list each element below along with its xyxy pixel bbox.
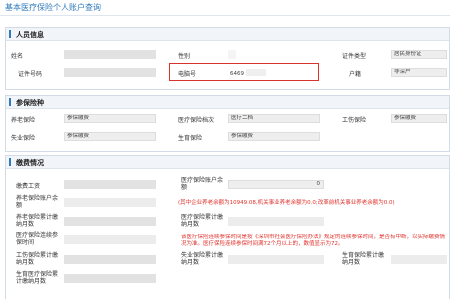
maternity-medical-months-label: 生育医疗保险累计缴纳月数: [16, 271, 59, 285]
medical-months-label: 医疗保险累计缴纳月数: [181, 214, 224, 228]
injury-value: 参保缴费: [391, 114, 447, 123]
payment-header: 缴费情况: [6, 156, 449, 169]
medical-continuous-value: [64, 235, 156, 244]
pension-label: 养老保险: [11, 117, 36, 124]
gender-label: 性别: [178, 53, 191, 60]
id-number-value: [64, 68, 156, 77]
insurance-types-header: 参保险种: [6, 96, 449, 109]
injury-label: 工伤保险: [342, 117, 367, 124]
medical-tier-label: 医疗保险档次: [178, 117, 215, 124]
unemployment-months-value: [228, 255, 324, 264]
name-value: [64, 50, 156, 59]
payment-heading: 缴费情况: [16, 159, 44, 167]
id-type-value: 居民身份证: [391, 50, 447, 59]
pension-account-value: [64, 198, 156, 207]
medical-tier-value: 医疗二档: [228, 114, 320, 123]
section-marker: [9, 30, 11, 38]
section-marker: [9, 158, 11, 166]
wage-value: [64, 180, 156, 189]
name-label: 姓名: [11, 53, 24, 60]
maternity-medical-months-value: [64, 274, 156, 283]
maternity-months-value: [391, 255, 447, 264]
unemployment-months-label: 失业保险累计缴纳月数: [181, 252, 224, 266]
page-title: 基本医疗保险个人账户查询: [5, 3, 101, 12]
medical-continuity-note: 该医疗保险连续参保时间是按《深圳市社会医疗保险办法》规定的连续参保时间，是否有中…: [181, 234, 446, 247]
insurance-types-panel: 参保险种 养老保险 参保缴费 医疗保险档次 医疗二档 工伤保险 参保缴费 失业保…: [5, 95, 450, 152]
huji-label: 户籍: [349, 71, 362, 78]
title-divider: [0, 15, 450, 16]
pc-number-highlight: [169, 63, 319, 81]
pension-months-label: 养老保险累计缴纳月数: [16, 214, 59, 228]
wage-label: 缴费工资: [16, 183, 41, 190]
pension-months-value: [64, 217, 156, 226]
section-marker: [9, 98, 11, 106]
medical-continuous-label: 医疗保险连续参保时间: [16, 232, 59, 246]
id-type-label: 证件类型: [342, 53, 367, 60]
med-balance-label: 医疗保险账户余额: [181, 177, 224, 191]
pension-value: 参保缴费: [64, 114, 156, 123]
gender-value: [228, 50, 236, 59]
injury-months-value: [64, 255, 156, 264]
medical-months-value: [228, 217, 324, 226]
insurance-types-heading: 参保险种: [16, 99, 44, 107]
unemployment-value: 参保缴费: [64, 132, 156, 141]
huji-value: 非深户: [391, 68, 447, 77]
pension-account-label: 养老保险账户余额: [16, 195, 59, 209]
payment-panel: 缴费情况 缴费工资 医疗保险账户余额 0 养老保险账户余额 (其中企业养老余额为…: [5, 155, 450, 299]
personal-info-heading: 人员信息: [16, 31, 44, 39]
unemployment-label: 失业保险: [11, 135, 36, 142]
med-balance-value: 0: [228, 180, 324, 189]
pension-balance-note: (其中企业养老余额为10949.08,机关事业养老余额为0.0;改革前机关事业养…: [178, 200, 395, 206]
maternity-value: 参保缴费: [228, 132, 320, 141]
personal-info-header: 人员信息: [6, 28, 449, 41]
maternity-months-label: 生育保险累计缴纳月数: [342, 252, 385, 266]
id-number-label: 证件号码: [18, 71, 43, 78]
injury-months-label: 工伤保险累计缴纳月数: [16, 252, 59, 266]
maternity-label: 生育保险: [178, 135, 203, 142]
